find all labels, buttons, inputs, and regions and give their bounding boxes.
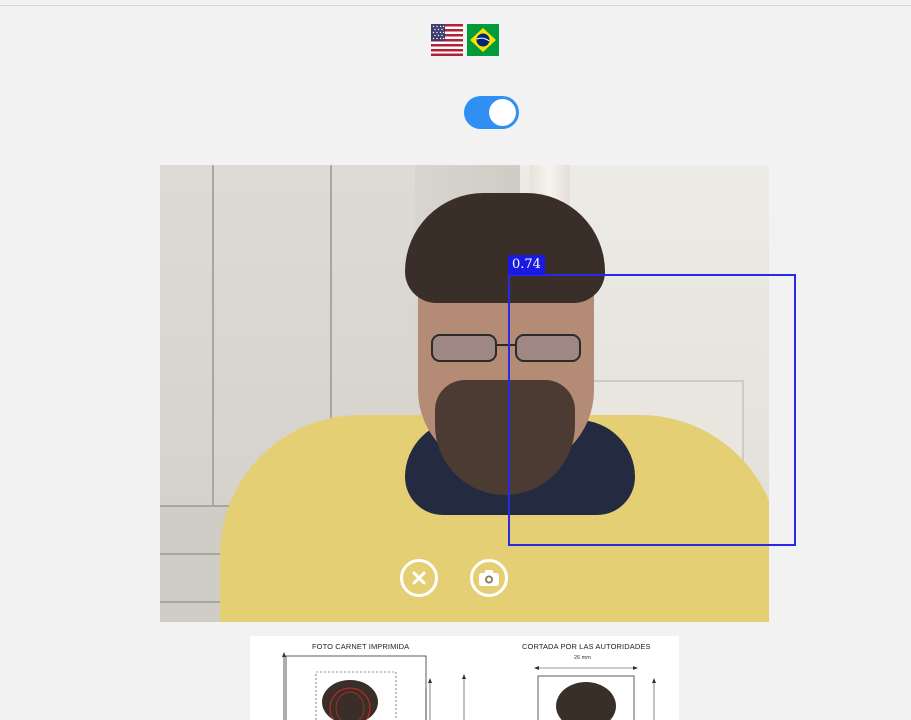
close-icon	[412, 571, 426, 585]
capture-photo-button[interactable]	[470, 559, 508, 597]
passport-photo-reference: FOTO CARNET IMPRIMIDA CORTADA POR LAS AU…	[250, 636, 679, 720]
camera-icon	[479, 570, 499, 586]
camera-toggle-switch[interactable]	[464, 96, 519, 129]
toggle-knob	[489, 99, 516, 126]
top-divider	[0, 5, 911, 6]
face-detection-box	[508, 274, 796, 546]
reference-diagram	[282, 652, 656, 720]
brazil-flag-icon[interactable]	[467, 24, 499, 56]
close-camera-button[interactable]	[400, 559, 438, 597]
language-selector	[431, 24, 499, 56]
detection-score: 0.74	[508, 255, 545, 275]
us-flag-icon[interactable]	[431, 24, 463, 56]
